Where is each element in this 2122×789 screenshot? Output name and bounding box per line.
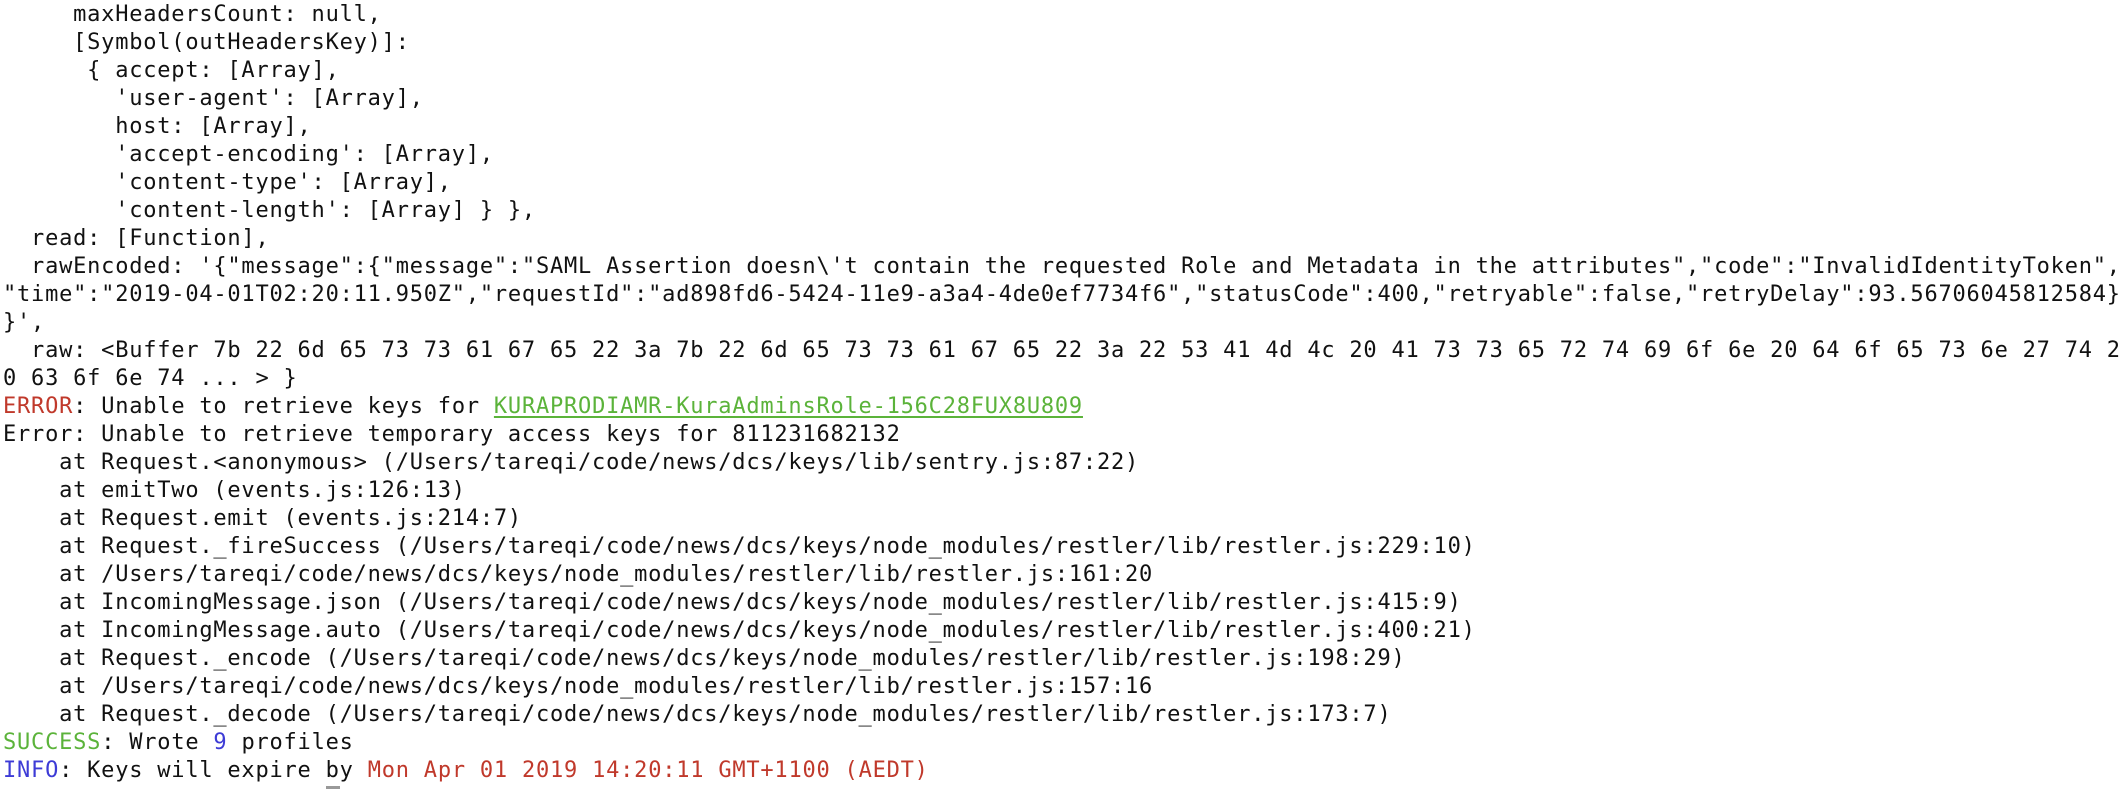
line-text: { accept: [Array], <box>3 58 340 83</box>
line-text: host: [Array], <box>3 114 312 139</box>
line-text: at Request.emit (events.js:214:7) <box>3 506 522 531</box>
line-text: at Request._decode (/Users/tareqi/code/n… <box>3 702 1392 727</box>
line-text: [Symbol(outHeadersKey)]: <box>3 30 410 55</box>
line-text: maxHeadersCount: null, <box>3 2 382 27</box>
terminal-line: [Symbol(outHeadersKey)]: <box>3 29 2121 57</box>
info-label: INFO <box>3 758 60 783</box>
terminal-line: INFO: Keys will expire by Mon Apr 01 201… <box>3 757 2121 789</box>
role-link[interactable]: KURAPRODIAMR-KuraAdminsRole-156C28FUX8U8… <box>494 394 1083 419</box>
line-text: 'content-length': [Array] } }, <box>3 198 536 223</box>
line-text: at Request._encode (/Users/tareqi/code/n… <box>3 646 1406 671</box>
line-text: rawEncoded: '{"message":{"message":"SAML… <box>3 254 2121 279</box>
terminal-line: at Request.<anonymous> (/Users/tareqi/co… <box>3 449 2121 477</box>
line-text: at IncomingMessage.json (/Users/tareqi/c… <box>3 590 1462 615</box>
line-text: 'content-type': [Array], <box>3 170 452 195</box>
terminal-line: }', <box>3 309 2121 337</box>
line-text: read: [Function], <box>3 226 270 251</box>
line-text: 0 63 6f 6e 74 ... > } <box>3 366 298 391</box>
line-text: "time":"2019-04-01T02:20:11.950Z","reque… <box>3 282 2121 307</box>
terminal-line: at emitTwo (events.js:126:13) <box>3 477 2121 505</box>
line-text: y <box>339 758 368 783</box>
terminal-line: at IncomingMessage.auto (/Users/tareqi/c… <box>3 617 2121 645</box>
line-text: profiles <box>227 730 354 755</box>
terminal-line: raw: <Buffer 7b 22 6d 65 73 73 61 67 65 … <box>3 337 2121 365</box>
error-label: ERROR <box>3 394 74 419</box>
success-label: SUCCESS <box>3 730 102 755</box>
terminal-line: at /Users/tareqi/code/news/dcs/keys/node… <box>3 561 2121 589</box>
terminal-line: at Request._decode (/Users/tareqi/code/n… <box>3 701 2121 729</box>
line-text: }', <box>3 310 46 335</box>
terminal-line: "time":"2019-04-01T02:20:11.950Z","reque… <box>3 281 2121 309</box>
terminal-line: 'content-length': [Array] } }, <box>3 197 2121 225</box>
terminal-line: ERROR: Unable to retrieve keys for KURAP… <box>3 393 2121 421</box>
terminal-line: 'accept-encoding': [Array], <box>3 141 2121 169</box>
terminal-line: read: [Function], <box>3 225 2121 253</box>
line-text: Error: Unable to retrieve temporary acce… <box>3 422 901 447</box>
line-text: at IncomingMessage.auto (/Users/tareqi/c… <box>3 618 1476 643</box>
line-text: : Unable to retrieve keys for <box>73 394 494 419</box>
terminal-line: at Request.emit (events.js:214:7) <box>3 505 2121 533</box>
terminal-line: maxHeadersCount: null, <box>3 1 2121 29</box>
terminal-line: 0 63 6f 6e 74 ... > } <box>3 365 2121 393</box>
line-text: : Keys will expire <box>59 758 326 783</box>
terminal-line: 'content-type': [Array], <box>3 169 2121 197</box>
line-text: raw: <Buffer 7b 22 6d 65 73 73 61 67 65 … <box>3 338 2121 363</box>
terminal-line: { accept: [Array], <box>3 57 2121 85</box>
terminal-line: rawEncoded: '{"message":{"message":"SAML… <box>3 253 2121 281</box>
terminal-output[interactable]: maxHeadersCount: null, [Symbol(outHeader… <box>3 1 2121 789</box>
line-text: 'user-agent': [Array], <box>3 86 424 111</box>
line-text: 'accept-encoding': [Array], <box>3 142 494 167</box>
terminal-line: 'user-agent': [Array], <box>3 85 2121 113</box>
line-text: at emitTwo (events.js:126:13) <box>3 478 466 503</box>
cursor-char: b <box>325 758 340 789</box>
line-text: at /Users/tareqi/code/news/dcs/keys/node… <box>3 562 1154 587</box>
terminal-line: at Request._fireSuccess (/Users/tareqi/c… <box>3 533 2121 561</box>
line-text: at Request._fireSuccess (/Users/tareqi/c… <box>3 534 1476 559</box>
terminal-line: at /Users/tareqi/code/news/dcs/keys/node… <box>3 673 2121 701</box>
terminal-line: SUCCESS: Wrote 9 profiles <box>3 729 2121 757</box>
terminal-line: at Request._encode (/Users/tareqi/code/n… <box>3 645 2121 673</box>
line-text: : Wrote <box>101 730 214 755</box>
line-text: at Request.<anonymous> (/Users/tareqi/co… <box>3 450 1140 475</box>
terminal-line: host: [Array], <box>3 113 2121 141</box>
expiry-date: Mon Apr 01 2019 14:20:11 GMT+1100 (AEDT) <box>367 758 929 783</box>
terminal-line: Error: Unable to retrieve temporary acce… <box>3 421 2121 449</box>
profile-count: 9 <box>213 730 228 755</box>
terminal-line: at IncomingMessage.json (/Users/tareqi/c… <box>3 589 2121 617</box>
line-text: at /Users/tareqi/code/news/dcs/keys/node… <box>3 674 1154 699</box>
